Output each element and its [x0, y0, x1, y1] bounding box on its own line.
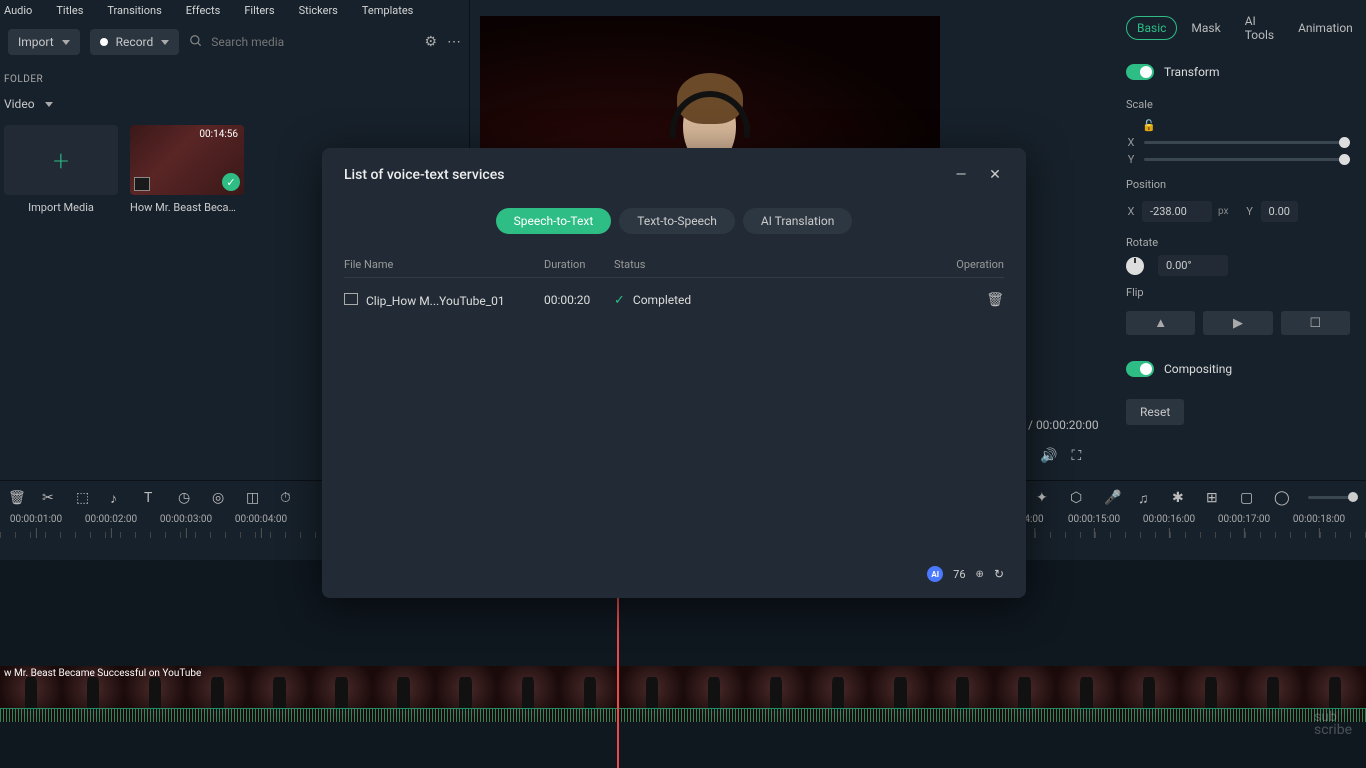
volume-icon[interactable]: 🔊 [1040, 448, 1057, 464]
delete-button[interactable]: 🗑 [986, 292, 1004, 308]
music-icon[interactable]: ♫ [1138, 490, 1154, 506]
flip-horizontal-button[interactable]: ▲ [1126, 311, 1195, 335]
search-input[interactable] [211, 35, 351, 49]
credits-add-icon[interactable]: ⊕ [976, 569, 984, 580]
lock-icon[interactable]: 🔓 [1126, 119, 1156, 132]
tab-effects[interactable]: Effects [186, 4, 221, 17]
plus-icon: + [53, 144, 69, 177]
properties-panel: Basic Mask AI Tools Animation Transform … [1110, 0, 1366, 480]
voice-text-modal: List of voice-text services — ✕ Speech-t… [322, 148, 1026, 598]
watermark: subscribe [1314, 711, 1352, 738]
fullscreen-icon[interactable]: ⛶ [1071, 448, 1081, 464]
table-header: File Name Duration Status Operation [344, 252, 1004, 278]
color-icon[interactable]: ◫ [246, 490, 262, 506]
tab-mask[interactable]: Mask [1181, 17, 1230, 39]
rotate-input[interactable]: 0.00° [1158, 255, 1228, 276]
position-label: Position [1110, 168, 1366, 197]
tab-ai-translation[interactable]: AI Translation [743, 208, 853, 234]
mic-icon[interactable]: 🎤 [1104, 490, 1120, 506]
flip-vertical-button[interactable]: ▶ [1203, 311, 1272, 335]
crop-icon[interactable]: ⬚ [76, 490, 92, 506]
check-icon: ✓ [222, 173, 240, 191]
video-clip[interactable]: w Mr. Beast Became Successful on YouTube [0, 666, 1366, 722]
file-icon [344, 293, 358, 305]
tab-text-to-speech[interactable]: Text-to-Speech [619, 208, 735, 234]
search-icon [189, 34, 203, 51]
rotate-label: Rotate [1110, 226, 1366, 255]
tab-ai-tools[interactable]: AI Tools [1235, 10, 1284, 46]
transform-label: Transform [1164, 65, 1220, 79]
snap-icon[interactable]: ⊞ [1206, 490, 1222, 506]
tab-basic[interactable]: Basic [1126, 16, 1177, 40]
position-x-input[interactable]: -238.00 [1142, 201, 1212, 222]
flip-label: Flip [1110, 276, 1366, 305]
compositing-toggle[interactable] [1126, 361, 1154, 377]
category-tabs: Audio Titles Transitions Effects Filters… [0, 0, 469, 20]
text-icon[interactable]: T [144, 490, 160, 506]
close-button[interactable]: ✕ [986, 166, 1004, 184]
chevron-down-icon [62, 40, 70, 45]
tab-filters[interactable]: Filters [244, 4, 274, 17]
compositing-label: Compositing [1164, 362, 1232, 376]
cut-icon[interactable]: ✂ [42, 490, 58, 506]
tab-audio[interactable]: Audio [4, 4, 32, 17]
media-clip[interactable]: 00:14:56 ✓ How Mr. Beast Becam... [130, 125, 244, 214]
scale-x-slider[interactable] [1144, 141, 1350, 144]
ai-icon[interactable]: ✱ [1172, 490, 1188, 506]
adjust-icon[interactable]: ✦ [1036, 490, 1052, 506]
preview-total-time: / 00:00:20:00 [1028, 418, 1099, 432]
frame-icon[interactable]: ▢ [1240, 490, 1256, 506]
import-button[interactable]: Import [8, 29, 80, 55]
duration-badge: 00:14:56 [199, 129, 238, 140]
import-media-card[interactable]: + Import Media [4, 125, 118, 214]
speed-icon[interactable]: ◷ [178, 490, 194, 506]
record-button[interactable]: Record [90, 29, 180, 55]
shield-icon[interactable]: ⬡ [1070, 490, 1086, 506]
ai-badge-icon: AI [927, 566, 943, 582]
tab-animation[interactable]: Animation [1288, 17, 1363, 39]
chevron-down-icon [161, 40, 169, 45]
chevron-down-icon [45, 102, 53, 107]
media-filter[interactable]: Video [0, 91, 469, 117]
check-icon: ✓ [614, 293, 625, 308]
tab-templates[interactable]: Templates [362, 4, 413, 17]
filter-icon[interactable]: ⚙ [424, 34, 437, 50]
audio-icon[interactable]: ♪ [110, 490, 126, 506]
zoom-slider[interactable] [1308, 496, 1358, 499]
table-row: Clip_How M...YouTube_01 00:00:20 ✓Comple… [344, 278, 1004, 322]
modal-title: List of voice-text services [344, 167, 936, 183]
tab-transitions[interactable]: Transitions [107, 4, 161, 17]
folder-heading: FOLDER [0, 64, 469, 91]
record-icon [100, 38, 108, 46]
rotate-knob[interactable] [1126, 257, 1144, 275]
waveform [0, 708, 1366, 722]
delete-icon[interactable]: 🗑 [8, 490, 24, 506]
flip-reset-button[interactable]: ☐ [1281, 311, 1350, 335]
refresh-icon[interactable]: ↻ [994, 567, 1004, 581]
more-icon[interactable]: ⋯ [447, 34, 461, 50]
scale-y-slider[interactable] [1144, 158, 1350, 161]
position-y-input[interactable]: 0.00 [1261, 201, 1298, 222]
reset-button[interactable]: Reset [1126, 399, 1184, 425]
timer-icon[interactable]: ⏱ [280, 490, 296, 506]
credits-count: 76 [953, 568, 965, 581]
tab-titles[interactable]: Titles [56, 4, 83, 17]
film-icon [134, 177, 150, 191]
scale-label: Scale [1110, 88, 1366, 117]
mask-icon[interactable]: ◎ [212, 490, 228, 506]
tab-stickers[interactable]: Stickers [299, 4, 338, 17]
tab-speech-to-text[interactable]: Speech-to-Text [496, 208, 612, 234]
zoom-out-icon[interactable]: ◯ [1274, 490, 1290, 506]
minimize-button[interactable]: — [952, 166, 970, 184]
transform-toggle[interactable] [1126, 64, 1154, 80]
